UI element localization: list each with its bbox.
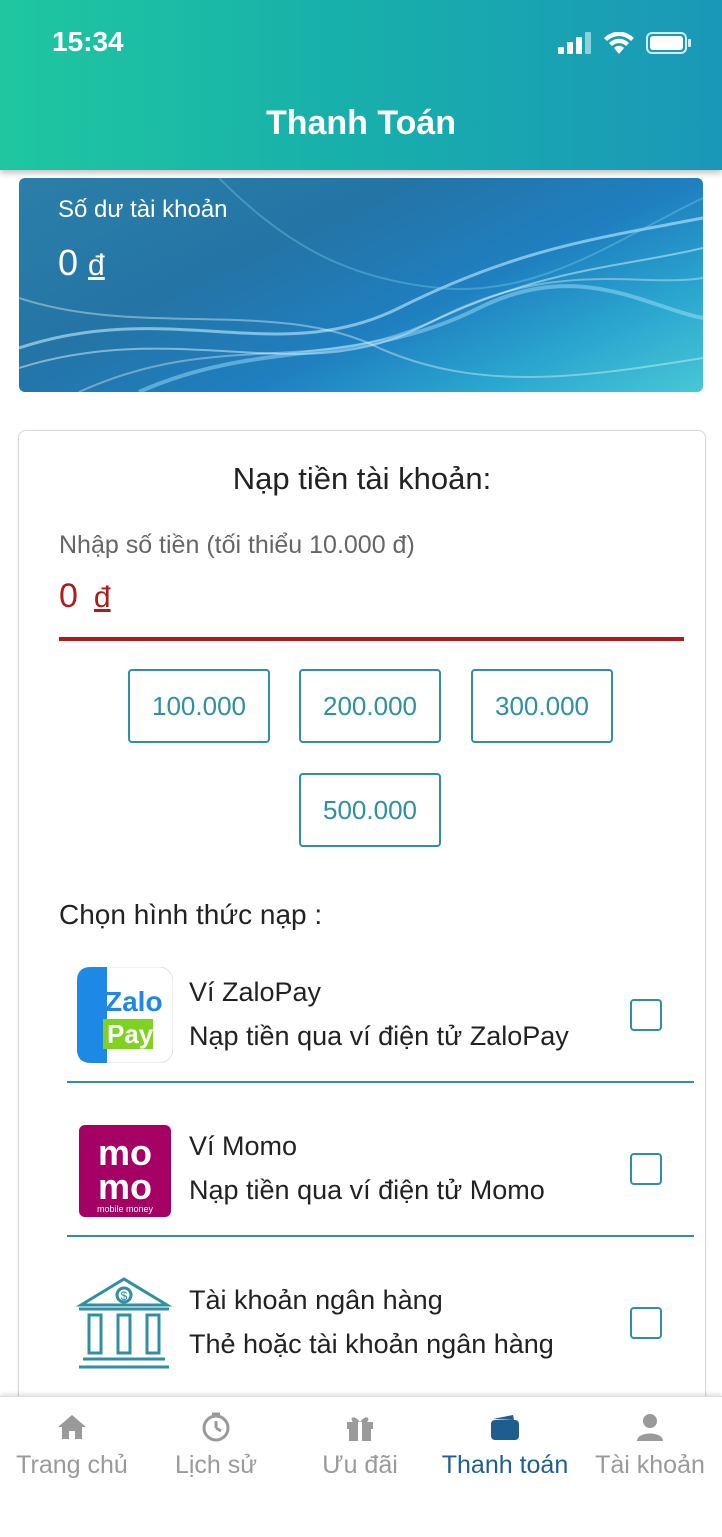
- tab-label: Trang chủ: [16, 1451, 128, 1479]
- tab-home[interactable]: Trang chủ: [0, 1397, 144, 1537]
- svg-text:$: $: [121, 1289, 128, 1303]
- tab-payment[interactable]: Thanh toán: [433, 1397, 577, 1537]
- method-momo[interactable]: mo mo mobile money Ví Momo Nạp tiền qua …: [67, 1083, 694, 1237]
- user-icon: [637, 1414, 663, 1441]
- balance-currency: đ: [88, 249, 105, 282]
- bottom-tab-bar: Trang chủ Lịch sử Ưu đãi Thanh toán Tài …: [0, 1396, 722, 1537]
- tab-label: Thanh toán: [441, 1451, 569, 1479]
- preset-100000-button[interactable]: 100.000: [128, 669, 270, 743]
- momo-logo-bottom: mo: [98, 1166, 152, 1207]
- method-bank[interactable]: $ Tài khoản ngân hàng Thẻ hoặc tài khoản…: [67, 1237, 694, 1391]
- momo-logo-caption: mobile money: [97, 1204, 154, 1214]
- tab-account[interactable]: Tài khoản: [578, 1397, 722, 1537]
- balance-card: Số dư tài khoản 0đ: [19, 178, 703, 392]
- method-name: Ví Momo: [189, 1131, 298, 1161]
- method-name: Ví ZaloPay: [189, 977, 322, 1007]
- method-description: Thẻ hoặc tài khoản ngân hàng: [189, 1329, 554, 1359]
- history-icon: [202, 1412, 230, 1442]
- zalopay-logo-bottom: Pay: [107, 1019, 154, 1049]
- method-description: Nạp tiền qua ví điện tử Momo: [189, 1175, 545, 1205]
- momo-logo: mo mo mobile money: [79, 1125, 171, 1217]
- amount-label: Nhập số tiền (tối thiểu 10.000 đ): [59, 531, 415, 559]
- tab-label: Tài khoản: [595, 1451, 705, 1479]
- app-header: 15:34 Thanh Toán: [0, 0, 722, 170]
- balance-amount: 0đ: [58, 242, 105, 284]
- method-zalopay[interactable]: Zalo Pay Ví ZaloPay Nạp tiền qua ví điện…: [67, 929, 694, 1083]
- tab-label: Ưu đãi: [322, 1451, 398, 1479]
- bank-checkbox[interactable]: [630, 1307, 662, 1339]
- zalopay-checkbox[interactable]: [630, 999, 662, 1031]
- balance-label: Số dư tài khoản: [58, 196, 228, 223]
- home-icon: [58, 1415, 86, 1439]
- amount-input[interactable]: 0đ: [59, 577, 111, 616]
- method-name: Tài khoản ngân hàng: [189, 1285, 443, 1315]
- preset-200000-button[interactable]: 200.000: [299, 669, 441, 743]
- balance-amount-value: 0: [58, 242, 79, 283]
- amount-input-value: 0: [59, 577, 78, 615]
- page-title: Thanh Toán: [265, 104, 457, 142]
- zalopay-logo: Zalo Pay: [77, 967, 173, 1063]
- bank-icon: $: [75, 1277, 173, 1369]
- zalopay-logo-top: Zalo: [105, 986, 163, 1017]
- method-description: Nạp tiền qua ví điện tử ZaloPay: [189, 1021, 569, 1051]
- tab-offers[interactable]: Ưu đãi: [288, 1397, 432, 1537]
- status-time: 15:34: [52, 26, 124, 57]
- topup-card: Nạp tiền tài khoản: Nhập số tiền (tối th…: [18, 430, 706, 1432]
- topup-title: Nạp tiền tài khoản:: [232, 461, 492, 496]
- method-label: Chọn hình thức nạp :: [59, 899, 323, 930]
- momo-checkbox[interactable]: [630, 1153, 662, 1185]
- signal-icon: [558, 32, 591, 54]
- battery-icon: [646, 32, 691, 54]
- amount-currency: đ: [93, 581, 111, 614]
- wifi-icon: [604, 32, 634, 54]
- status-icons: [558, 28, 692, 58]
- preset-500000-button[interactable]: 500.000: [299, 773, 441, 847]
- amount-underline: [59, 637, 684, 641]
- preset-300000-button[interactable]: 300.000: [471, 669, 613, 743]
- tab-label: Lịch sử: [174, 1451, 258, 1479]
- tab-history[interactable]: Lịch sử: [144, 1397, 288, 1537]
- gift-icon: [347, 1417, 373, 1441]
- wallet-icon: [491, 1415, 519, 1440]
